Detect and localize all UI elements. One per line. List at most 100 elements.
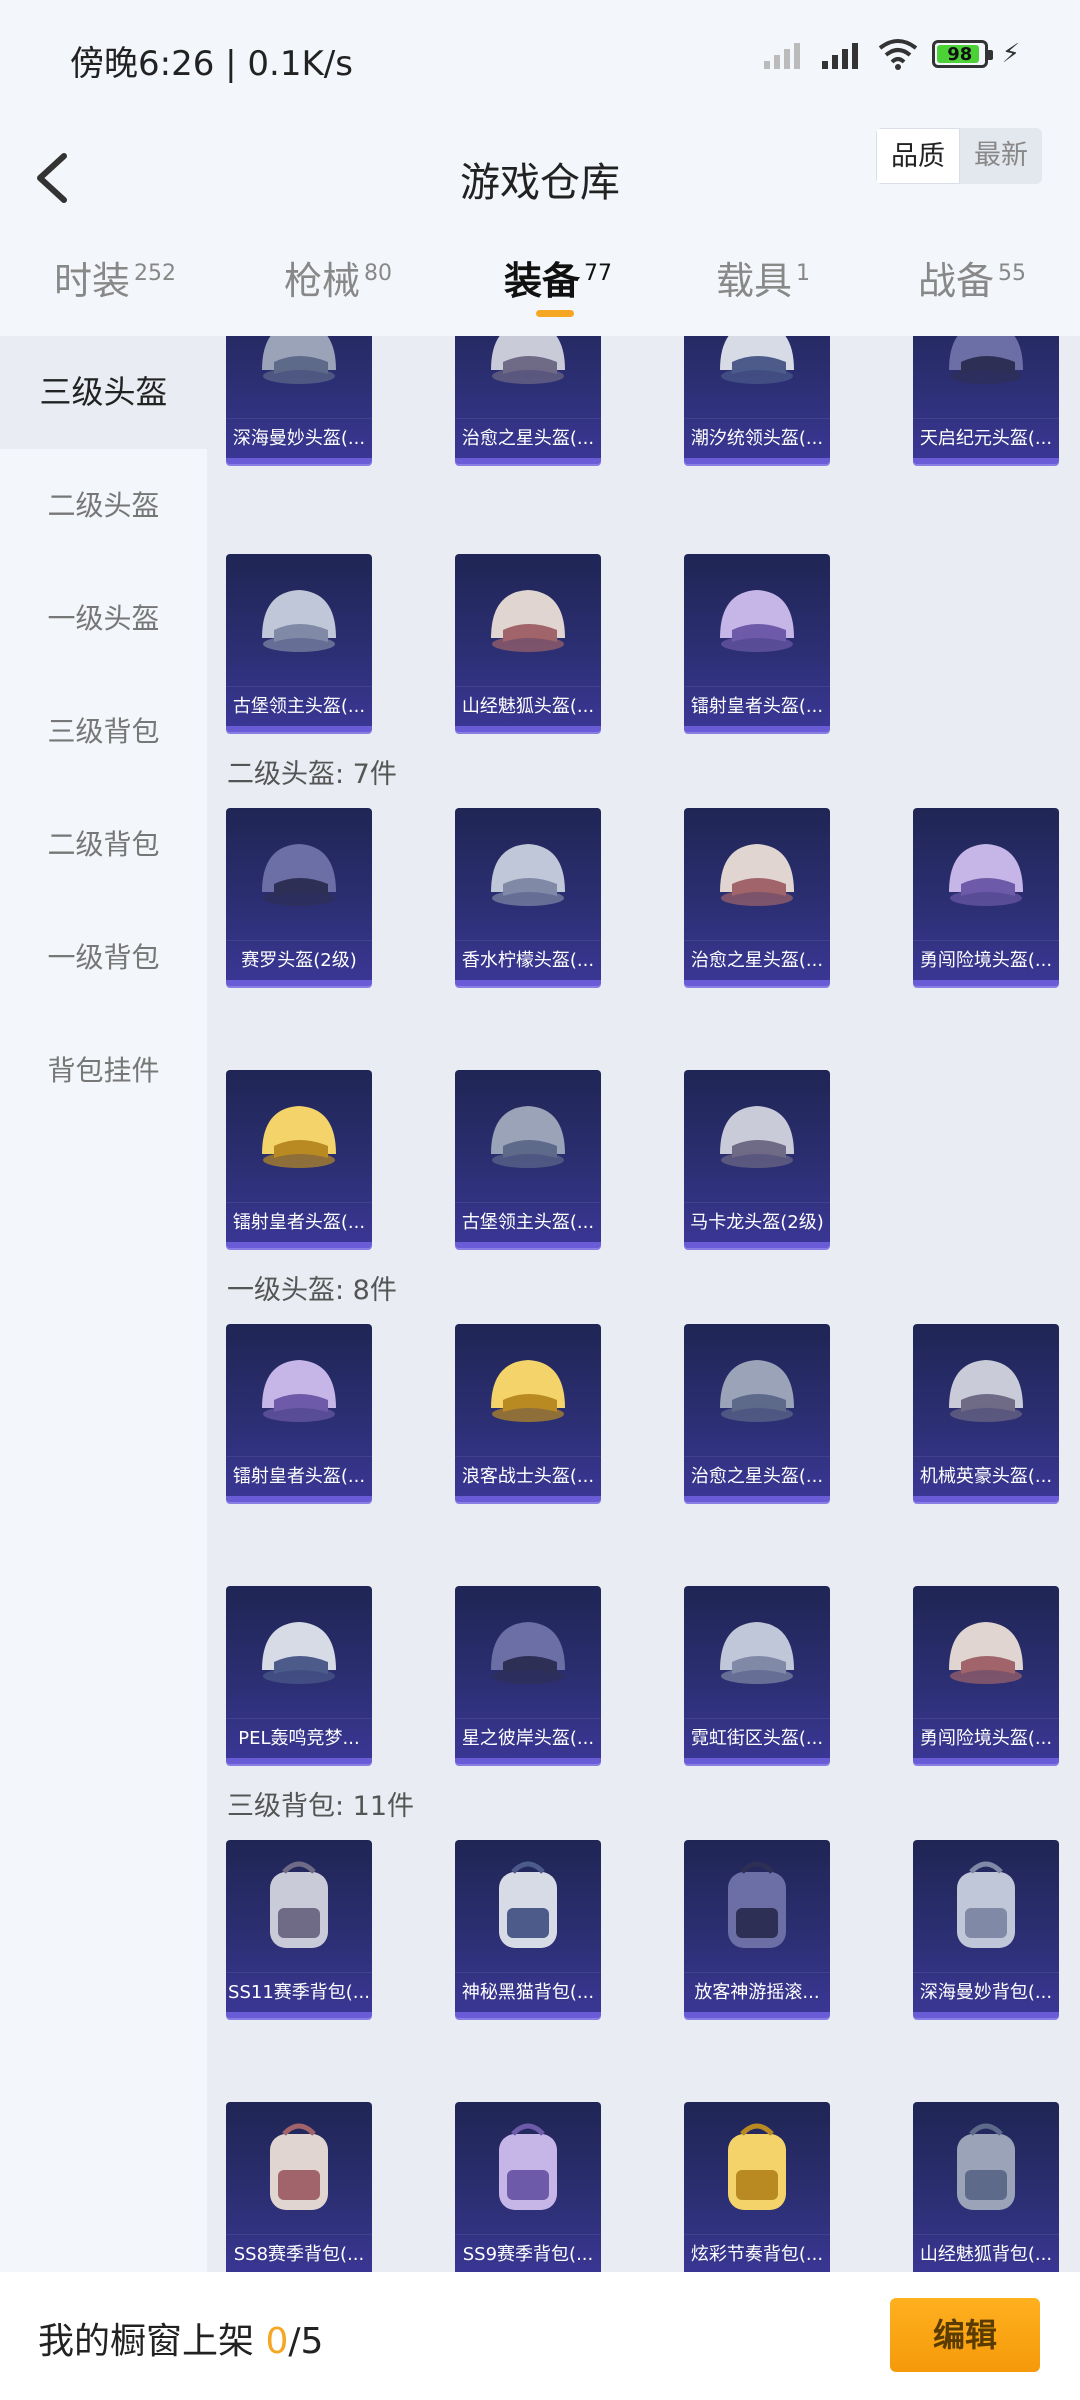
helmet-icon xyxy=(720,336,794,384)
sidebar-item-backpack-charm[interactable]: 背包挂件 xyxy=(0,1014,207,1127)
quality-bar xyxy=(455,1496,601,1502)
quality-bar xyxy=(226,1242,372,1248)
quality-bar xyxy=(455,980,601,986)
item-card[interactable]: 勇闯险境头盔(... xyxy=(913,808,1059,986)
item-card[interactable]: SS11赛季背包(... xyxy=(226,1840,372,2018)
item-name: PEL轰鸣竞梦... xyxy=(226,1718,372,1758)
item-card[interactable]: PEL轰鸣竞梦... xyxy=(226,1586,372,1764)
item-card[interactable]: 浪客战士头盔(... xyxy=(455,1324,601,1502)
showcase-label: 我的橱窗上架 xyxy=(38,2321,266,2362)
helmet-icon xyxy=(262,1360,336,1422)
helmet-icon xyxy=(491,336,565,384)
item-card[interactable]: 治愈之星头盔(... xyxy=(455,336,601,464)
item-card[interactable]: 霓虹街区头盔(... xyxy=(684,1586,830,1764)
item-card[interactable]: 天启纪元头盔(... xyxy=(913,336,1059,464)
helmet-icon xyxy=(262,336,336,384)
sidebar-item-level3-backpack[interactable]: 三级背包 xyxy=(0,675,207,788)
item-card[interactable]: 山经魅狐头盔(... xyxy=(455,554,601,732)
status-bar: 傍晚6:26 | 0.1K/s 98 ⚡ xyxy=(0,0,1080,120)
item-card[interactable]: 深海曼妙头盔(... xyxy=(226,336,372,464)
sort-quality-button[interactable]: 品质 xyxy=(876,128,960,184)
quality-bar xyxy=(455,458,601,464)
backpack-icon xyxy=(270,1861,328,1948)
item-name: 赛罗头盔(2级) xyxy=(226,940,372,980)
backpack-icon xyxy=(499,1861,557,1948)
helmet-icon xyxy=(720,844,794,906)
item-card[interactable]: 镭射皇者头盔(... xyxy=(226,1324,372,1502)
helmet-icon xyxy=(949,1360,1023,1422)
item-card[interactable]: 勇闯险境头盔(... xyxy=(913,1586,1059,1764)
tab-fashion[interactable]: 时装 252 xyxy=(54,250,176,305)
item-name: 浪客战士头盔(... xyxy=(455,1456,601,1496)
item-card[interactable]: 星之彼岸头盔(... xyxy=(455,1586,601,1764)
helmet-icon xyxy=(720,1106,794,1168)
item-name: 深海曼妙头盔(... xyxy=(226,418,372,458)
item-card[interactable]: 马卡龙头盔(2级) xyxy=(684,1070,830,1248)
quality-bar xyxy=(455,1758,601,1764)
quality-bar xyxy=(226,2012,372,2018)
helmet-icon xyxy=(720,1622,794,1684)
tab-label: 载具 xyxy=(716,259,793,303)
item-card[interactable]: 山经魅狐背包(... xyxy=(913,2102,1059,2272)
item-name: SS9赛季背包(... xyxy=(455,2234,601,2272)
quality-bar xyxy=(684,458,830,464)
helmet-icon xyxy=(949,1622,1023,1684)
item-card[interactable]: 古堡领主头盔(... xyxy=(226,554,372,732)
item-name: 星之彼岸头盔(... xyxy=(455,1718,601,1758)
showcase-total: /5 xyxy=(288,2321,324,2362)
item-name: 神秘黑猫背包(... xyxy=(455,1972,601,2012)
tab-count: 77 xyxy=(584,261,613,287)
item-grid: 深海曼妙头盔(... 治愈之星头盔(... 潮汐统领头盔(... 天启纪元头盔(...… xyxy=(207,336,1080,2272)
quality-bar xyxy=(226,726,372,732)
item-card[interactable]: 香水柠檬头盔(... xyxy=(455,808,601,986)
tab-supplies[interactable]: 战备 55 xyxy=(918,250,1026,305)
sort-latest-button[interactable]: 最新 xyxy=(960,128,1042,184)
item-card[interactable]: 古堡领主头盔(... xyxy=(455,1070,601,1248)
quality-bar xyxy=(913,1496,1059,1502)
item-card[interactable]: 机械英豪头盔(... xyxy=(913,1324,1059,1502)
item-card[interactable]: 深海曼妙背包(... xyxy=(913,1840,1059,2018)
item-card[interactable]: 神秘黑猫背包(... xyxy=(455,1840,601,2018)
edit-button[interactable]: 编辑 xyxy=(890,2298,1040,2372)
tab-count: 55 xyxy=(998,261,1027,287)
quality-bar xyxy=(226,1496,372,1502)
item-card[interactable]: 炫彩节奏背包(... xyxy=(684,2102,830,2272)
wifi-icon xyxy=(878,39,917,70)
item-card[interactable]: 放客神游摇滚... xyxy=(684,1840,830,2018)
sidebar-item-level3-helmet[interactable]: 三级头盔 xyxy=(0,336,207,449)
helmet-icon xyxy=(491,844,565,906)
item-name: 香水柠檬头盔(... xyxy=(455,940,601,980)
charging-icon: ⚡ xyxy=(1001,39,1020,69)
item-name: 天启纪元头盔(... xyxy=(913,418,1059,458)
item-card[interactable]: SS8赛季背包(... xyxy=(226,2102,372,2272)
item-card[interactable]: 潮汐统领头盔(... xyxy=(684,336,830,464)
quality-bar xyxy=(684,2012,830,2018)
quality-bar xyxy=(684,726,830,732)
quality-bar xyxy=(455,1242,601,1248)
tab-vehicles[interactable]: 载具 1 xyxy=(716,250,810,305)
sidebar: 三级头盔 二级头盔 一级头盔 三级背包 二级背包 一级背包 背包挂件 xyxy=(0,336,207,2272)
tab-count: 1 xyxy=(796,261,811,287)
item-card[interactable]: 镭射皇者头盔(... xyxy=(684,554,830,732)
item-card[interactable]: 镭射皇者头盔(... xyxy=(226,1070,372,1248)
quality-bar xyxy=(226,458,372,464)
quality-bar xyxy=(913,980,1059,986)
tab-equipment[interactable]: 装备 77 xyxy=(504,250,612,305)
sidebar-item-level1-helmet[interactable]: 一级头盔 xyxy=(0,562,207,675)
section-title: 三级背包: 11件 xyxy=(227,1791,415,1822)
sidebar-item-level1-backpack[interactable]: 一级背包 xyxy=(0,901,207,1014)
item-card[interactable]: 治愈之星头盔(... xyxy=(684,1324,830,1502)
sidebar-item-level2-helmet[interactable]: 二级头盔 xyxy=(0,449,207,562)
item-card[interactable]: SS9赛季背包(... xyxy=(455,2102,601,2272)
item-name: 镭射皇者头盔(... xyxy=(684,686,830,726)
item-name: 古堡领主头盔(... xyxy=(455,1202,601,1242)
tab-weapons[interactable]: 枪械 80 xyxy=(284,250,392,305)
status-time: 傍晚6:26 | 0.1K/s xyxy=(70,44,353,84)
helmet-icon xyxy=(949,844,1023,906)
item-card[interactable]: 治愈之星头盔(... xyxy=(684,808,830,986)
quality-bar xyxy=(684,980,830,986)
item-card[interactable]: 赛罗头盔(2级) xyxy=(226,808,372,986)
sidebar-item-level2-backpack[interactable]: 二级背包 xyxy=(0,788,207,901)
sort-toggle: 品质 最新 xyxy=(876,128,1042,184)
backpack-icon xyxy=(728,2123,786,2210)
